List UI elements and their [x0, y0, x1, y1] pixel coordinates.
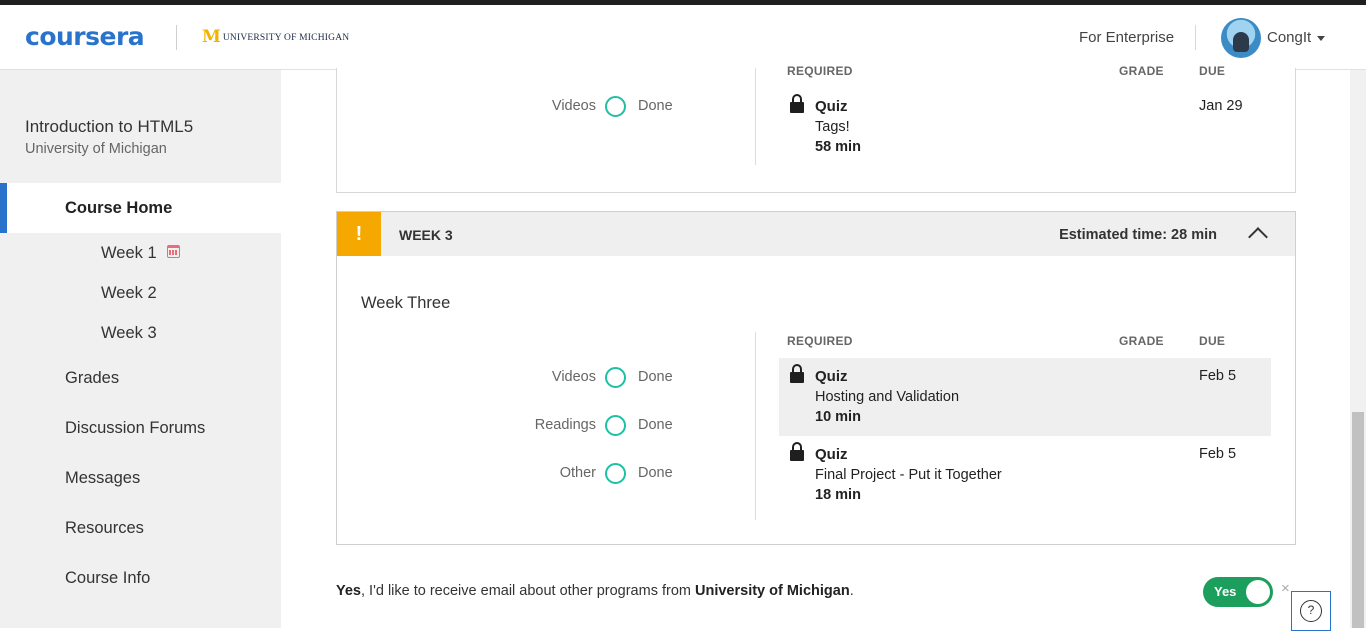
item-due-date: Feb 5 — [1199, 368, 1237, 384]
sidebar-item-week-3[interactable]: Week 3 — [101, 324, 157, 343]
umich-wordmark: UNIVERSITY OF MICHIGAN — [222, 32, 350, 43]
progress-status: Done — [638, 465, 673, 481]
consent-yes: Yes — [336, 583, 361, 599]
week-card-3: ! WEEK 3 Estimated time: 28 min Week Thr… — [336, 211, 1296, 545]
header-divider — [1195, 25, 1196, 50]
avatar[interactable] — [1221, 18, 1261, 58]
required-item[interactable]: Quiz Tags! 58 min Jan 29 — [779, 88, 1271, 166]
toggle-label: Yes — [1214, 584, 1237, 599]
scrollbar-thumb[interactable] — [1352, 412, 1364, 628]
email-consent-toggle[interactable]: Yes — [1203, 577, 1273, 607]
progress-label: Videos — [551, 369, 596, 385]
course-sidebar: Introduction to HTML5 University of Mich… — [0, 70, 281, 628]
progress-videos: Videos Done — [337, 367, 673, 389]
progress-label: Videos — [551, 98, 596, 114]
progress-circle-icon — [605, 96, 626, 117]
progress-status: Done — [638, 417, 673, 433]
caret-down-icon[interactable] — [1317, 36, 1325, 41]
progress-label: Readings — [534, 417, 596, 433]
column-header-grade: GRADE — [1119, 64, 1164, 78]
item-name: Tags! — [815, 119, 850, 135]
lock-icon — [790, 442, 804, 461]
progress-videos: Videos Done — [337, 96, 673, 118]
column-header-grade: GRADE — [1119, 334, 1164, 348]
column-header-due: DUE — [1199, 334, 1226, 348]
item-duration: 18 min — [815, 487, 861, 503]
progress-circle-icon — [605, 415, 626, 436]
main-content: Videos Done REQUIRED GRADE DUE Quiz Tags… — [281, 64, 1350, 631]
course-organization: University of Michigan — [25, 141, 167, 157]
item-duration: 58 min — [815, 139, 861, 155]
sidebar-item-resources[interactable]: Resources — [65, 519, 144, 538]
progress-label: Other — [559, 465, 596, 481]
week-card-previous: Videos Done REQUIRED GRADE DUE Quiz Tags… — [336, 64, 1296, 193]
header-divider — [176, 25, 177, 50]
week-title: Week Three — [361, 294, 451, 312]
progress-circle-icon — [605, 463, 626, 484]
item-type: Quiz — [815, 446, 848, 463]
progress-other: Other Done — [337, 463, 673, 485]
item-name: Hosting and Validation — [815, 389, 960, 405]
help-button[interactable]: ? — [1291, 591, 1331, 631]
sidebar-item-discussion-forums[interactable]: Discussion Forums — [65, 419, 205, 438]
item-duration: 10 min — [815, 409, 861, 425]
user-name[interactable]: CongIt — [1267, 29, 1311, 46]
sidebar-item-course-home[interactable]: Course Home — [0, 183, 281, 233]
column-header-due: DUE — [1199, 64, 1226, 78]
week-label: WEEK 3 — [399, 227, 453, 243]
item-name: Final Project - Put it Together — [815, 467, 1002, 483]
sidebar-item-grades[interactable]: Grades — [65, 369, 119, 388]
sidebar-item-week-2[interactable]: Week 2 — [101, 284, 157, 303]
lock-icon — [790, 364, 804, 383]
consent-body: , I'd like to receive email about other … — [361, 583, 695, 599]
umich-m-mark: M — [202, 27, 221, 47]
item-due-date: Jan 29 — [1199, 98, 1243, 114]
email-consent-text: Yes, I'd like to receive email about oth… — [336, 583, 854, 599]
warning-icon: ! — [337, 212, 381, 256]
sidebar-item-course-info[interactable]: Course Info — [65, 569, 150, 588]
progress-status: Done — [638, 98, 673, 114]
close-icon[interactable]: × — [1281, 580, 1290, 597]
toggle-knob — [1246, 580, 1270, 604]
chevron-up-icon[interactable] — [1248, 227, 1268, 247]
week-header[interactable]: ! WEEK 3 Estimated time: 28 min — [337, 212, 1295, 256]
required-item[interactable]: Quiz Hosting and Validation 10 min Feb 5 — [779, 358, 1271, 436]
active-indicator — [0, 183, 7, 233]
university-logo[interactable]: M UNIVERSITY OF MICHIGAN — [202, 29, 349, 46]
lock-icon — [790, 94, 804, 113]
item-type: Quiz — [815, 368, 848, 385]
for-enterprise-link[interactable]: For Enterprise — [1079, 29, 1174, 46]
consent-org: University of Michigan — [695, 583, 850, 599]
top-header: coursera M UNIVERSITY OF MICHIGAN For En… — [0, 5, 1366, 70]
estimated-time: Estimated time: 28 min — [1059, 227, 1217, 243]
sidebar-item-label: Course Home — [65, 199, 173, 217]
item-type: Quiz — [815, 98, 848, 115]
consent-end: . — [849, 583, 854, 599]
progress-status: Done — [638, 369, 673, 385]
sidebar-item-week-1[interactable]: Week 1 — [101, 244, 157, 263]
required-item[interactable]: Quiz Final Project - Put it Together 18 … — [779, 436, 1271, 514]
column-header-required: REQUIRED — [787, 334, 853, 348]
progress-circle-icon — [605, 367, 626, 388]
help-icon: ? — [1300, 600, 1322, 622]
course-title[interactable]: Introduction to HTML5 — [25, 117, 193, 137]
item-due-date: Feb 5 — [1199, 446, 1237, 462]
progress-readings: Readings Done — [337, 415, 673, 437]
column-divider — [755, 68, 756, 165]
column-header-required: REQUIRED — [787, 64, 853, 78]
calendar-icon — [167, 245, 180, 258]
column-divider — [755, 332, 756, 520]
coursera-logo[interactable]: coursera — [25, 22, 145, 51]
sidebar-item-messages[interactable]: Messages — [65, 469, 140, 488]
